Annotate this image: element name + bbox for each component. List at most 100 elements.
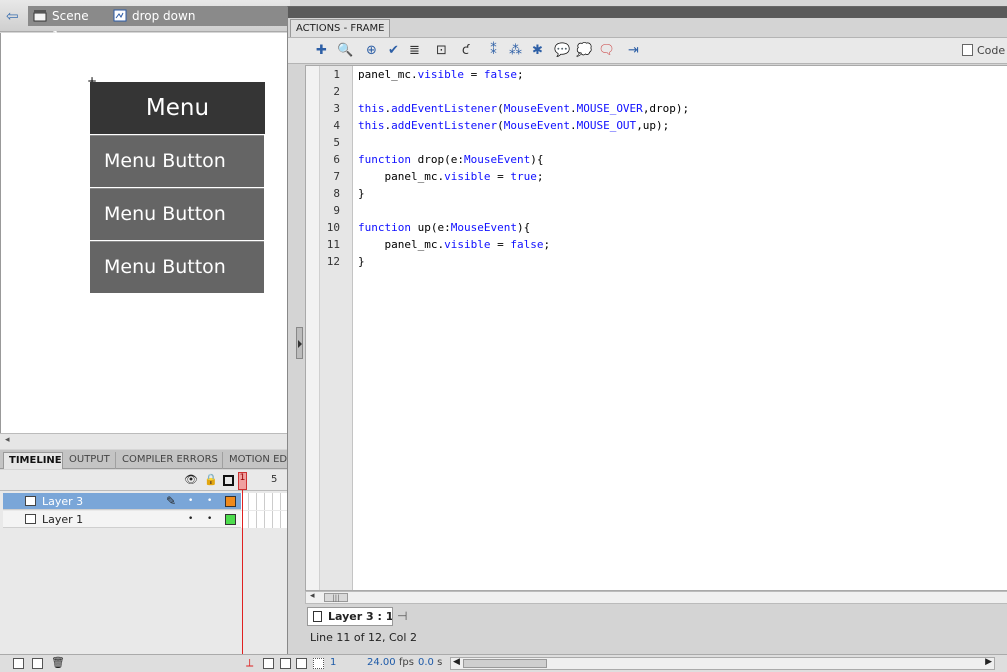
code-hint-icon[interactable]: ⊡	[433, 42, 450, 59]
code-line[interactable]: panel_mc.visible = false;	[358, 236, 550, 253]
menu-button[interactable]: Menu Button	[90, 241, 264, 293]
clapper-icon	[33, 10, 47, 22]
line-number: 12	[326, 255, 340, 268]
script-editor[interactable]: 1 2 3 4 5 6 7 8 9 10 11 12 panel_mc.visible = false…	[305, 65, 1007, 591]
code-snippets-label: Code Snippets	[977, 44, 1007, 57]
apply-line-comment-icon[interactable]: 💭	[576, 42, 593, 59]
fps-value[interactable]: 24.00	[367, 657, 396, 668]
code-line[interactable]: function up(e:MouseEvent){	[358, 219, 530, 236]
line-number: 3	[333, 102, 340, 115]
scroll-right-icon[interactable]: ▶	[985, 657, 992, 667]
auto-format-icon[interactable]: ≣	[406, 42, 423, 59]
line-number: 2	[333, 85, 340, 98]
menu-button[interactable]: Menu Button	[90, 135, 264, 187]
frame-rate[interactable]: 24.00 fps	[367, 657, 414, 668]
line-number: 8	[333, 187, 340, 200]
new-layer-icon[interactable]	[13, 658, 24, 669]
frame-marker: 5	[271, 474, 278, 485]
tab-timeline[interactable]: TIMELINE	[3, 452, 63, 469]
scroll-left-icon[interactable]: ◀	[453, 657, 460, 667]
tab-motion-editor[interactable]: MOTION ED	[224, 452, 288, 469]
toolbox-collapse-handle[interactable]	[296, 327, 303, 359]
line-number: 11	[326, 238, 340, 251]
actions-panel: ACTIONS - FRAME ✚ 🔍 ⊕ ✔ ≣ ⊡ ƈ ⁑ ⁂ ✱ 💬 💭 …	[287, 6, 1007, 654]
add-item-icon[interactable]: ✚	[313, 42, 330, 59]
stage-horizontal-scrollbar[interactable]: ◂	[0, 433, 288, 449]
layer-name[interactable]: Layer 3	[42, 493, 83, 510]
layer-frames[interactable]	[241, 511, 288, 528]
back-arrow-icon[interactable]: ⇦	[6, 8, 24, 24]
playhead[interactable]	[242, 490, 243, 654]
timeline-horizontal-scrollbar[interactable]: ◀ ▶	[450, 657, 995, 670]
insert-target-path-icon[interactable]: ⊕	[363, 42, 380, 59]
find-icon[interactable]: 🔍	[337, 42, 354, 59]
lock-icon[interactable]: 🔒	[204, 474, 218, 486]
panel-title-strip[interactable]	[288, 7, 1007, 18]
collapse-between-braces-icon[interactable]: ⁑	[485, 42, 502, 59]
remove-comment-icon[interactable]: 🗨	[598, 42, 615, 59]
line-number: 9	[333, 204, 340, 217]
code-line[interactable]: this.addEventListener(MouseEvent.MOUSE_O…	[358, 117, 669, 134]
trash-icon[interactable]: 🗑	[51, 656, 65, 669]
code-line[interactable]: this.addEventListener(MouseEvent.MOUSE_O…	[358, 100, 689, 117]
lock-dot[interactable]: •	[207, 511, 212, 528]
onion-skin-icon[interactable]	[263, 658, 274, 669]
apply-block-comment-icon[interactable]: 💬	[554, 42, 571, 59]
check-syntax-icon[interactable]: ✔	[385, 42, 402, 59]
debug-options-icon[interactable]: ƈ	[457, 42, 474, 59]
breadcrumb-symbol[interactable]: drop down	[108, 6, 290, 26]
center-frame-icon[interactable]: ⟂	[246, 656, 257, 669]
line-number-gutter: 1 2 3 4 5 6 7 8 9 10 11 12	[306, 66, 353, 590]
code-snippets-button[interactable]: Code Snippets	[962, 42, 1007, 60]
lock-dot[interactable]: •	[207, 493, 212, 510]
onion-skin-outlines-icon[interactable]	[280, 658, 291, 669]
scroll-left-icon[interactable]: ◂	[310, 591, 315, 601]
breadcrumb-scene[interactable]: Scene 1	[28, 6, 108, 43]
line-number: 10	[326, 221, 340, 234]
script-tab-layer-3[interactable]: Layer 3 : 1	[307, 607, 393, 626]
visibility-dot[interactable]: •	[188, 493, 193, 510]
expand-all-icon[interactable]: ✱	[529, 42, 546, 59]
edit-multiple-frames-icon[interactable]	[296, 658, 307, 669]
line-number: 6	[333, 153, 340, 166]
menu-header[interactable]: Menu	[90, 82, 265, 134]
pin-script-icon[interactable]: ⊣	[397, 610, 411, 622]
actions-panel-tab[interactable]: ACTIONS - FRAME	[290, 19, 390, 37]
breadcrumb-symbol-label: drop down	[132, 9, 196, 23]
code-line[interactable]: }	[358, 253, 365, 270]
layer-row-layer-1[interactable]: Layer 1 • •	[3, 511, 288, 528]
scrollbar-thumb[interactable]	[463, 659, 547, 668]
show-hide-toolbox-icon[interactable]: ⇥	[625, 42, 642, 59]
stage[interactable]: + Menu Menu Button Menu Button Menu Butt…	[0, 33, 288, 433]
frame-marker[interactable]: 1	[238, 472, 247, 490]
scrollbar-thumb[interactable]: |||	[324, 593, 348, 602]
editor-horizontal-scrollbar[interactable]: ◂ |||	[305, 591, 1007, 604]
layer-row-layer-3[interactable]: Layer 3 ✎ • •	[3, 493, 288, 510]
layer-frames[interactable]	[241, 493, 288, 510]
pencil-icon: ✎	[166, 494, 177, 508]
timeline-panel: 👁 🔒 1 5 Layer 3 ✎ • • Layer 1 • •	[0, 470, 288, 654]
tab-compiler-errors[interactable]: COMPILER ERRORS	[117, 452, 223, 469]
layer-name[interactable]: Layer 1	[42, 511, 83, 528]
code-line[interactable]: panel_mc.visible = true;	[358, 168, 543, 185]
code-line[interactable]: }	[358, 185, 365, 202]
outline-icon[interactable]	[223, 475, 234, 486]
breakpoint-strip[interactable]	[306, 66, 320, 590]
timeline-tab-strip: TIMELINE OUTPUT COMPILER ERRORS MOTION E…	[0, 450, 288, 469]
collapse-selection-icon[interactable]: ⁂	[507, 42, 524, 59]
modify-markers-icon[interactable]	[313, 658, 324, 669]
layer-color-swatch[interactable]	[225, 496, 236, 507]
line-number: 7	[333, 170, 340, 183]
movieclip-icon	[113, 9, 127, 22]
layer-color-swatch[interactable]	[225, 514, 236, 525]
code-line[interactable]: function drop(e:MouseEvent){	[358, 151, 543, 168]
current-frame[interactable]: 1	[330, 657, 336, 668]
visibility-dot[interactable]: •	[188, 511, 193, 528]
eye-icon[interactable]: 👁	[184, 474, 198, 486]
menu-button[interactable]: Menu Button	[90, 188, 264, 240]
new-folder-icon[interactable]	[32, 658, 43, 669]
scroll-left-icon[interactable]: ◂	[5, 435, 10, 445]
code-line[interactable]: panel_mc.visible = false;	[358, 66, 524, 83]
script-tab-label: Layer 3 : 1	[328, 610, 393, 623]
tab-output[interactable]: OUTPUT	[64, 452, 116, 469]
